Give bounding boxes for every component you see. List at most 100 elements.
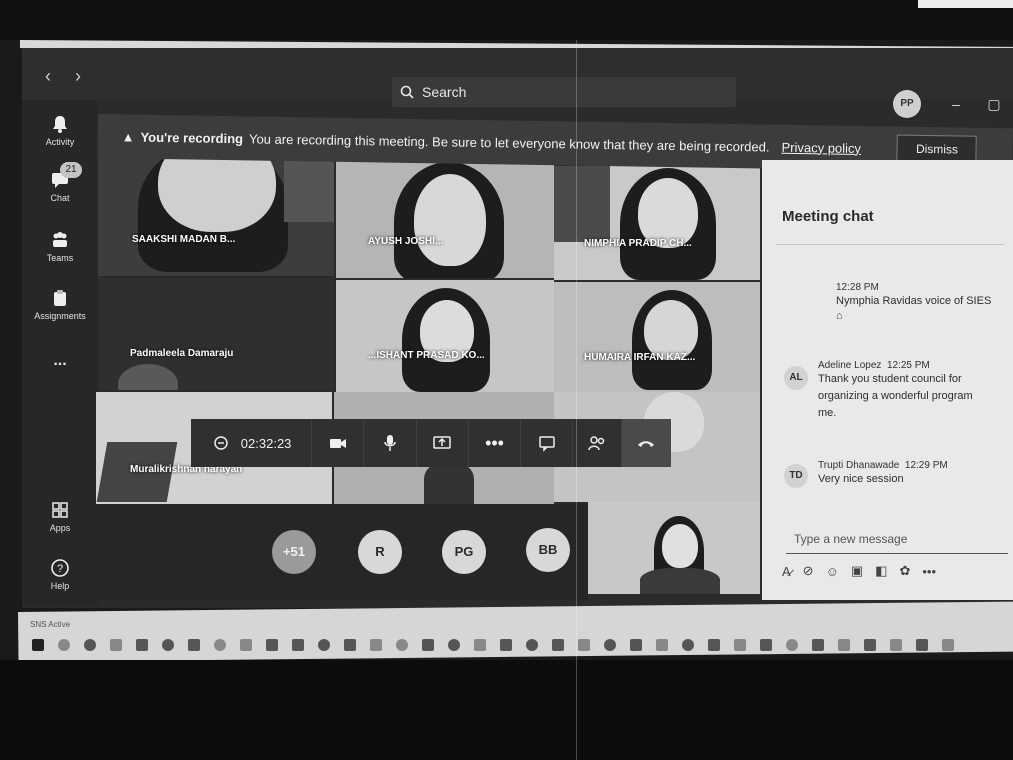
conversation-icon — [539, 436, 555, 452]
video-tile[interactable]: AYUSH JOSHI... — [336, 160, 554, 278]
taskbar-app-icon[interactable] — [526, 639, 538, 651]
taskbar-app-icon[interactable] — [916, 639, 928, 651]
taskbar-app-icon[interactable] — [786, 639, 798, 651]
taskbar-app-icon[interactable] — [240, 639, 252, 651]
taskbar-app-icon[interactable] — [84, 639, 96, 651]
taskbar-app-icon[interactable] — [942, 639, 954, 651]
taskbar-status: SNS Active — [30, 620, 71, 629]
rail-item-chat[interactable]: Chat — [22, 170, 98, 203]
taskbar-search-icon[interactable] — [58, 639, 70, 651]
rail-item-apps[interactable]: Apps — [22, 500, 98, 533]
camera-icon — [329, 439, 346, 448]
gif-icon[interactable]: ▣ — [851, 563, 863, 579]
taskbar-app-icon[interactable] — [188, 639, 200, 651]
attach-icon[interactable]: ⊘ — [803, 563, 814, 579]
taskbar-app-icon[interactable] — [292, 639, 304, 651]
timer-value: 02:32:23 — [240, 435, 292, 451]
taskbar-app-icon[interactable] — [682, 639, 694, 651]
praise-icon[interactable]: ✿ — [899, 563, 910, 579]
clock-icon — [214, 436, 228, 450]
chat-compose-input[interactable]: Type a new message — [786, 524, 1008, 554]
rail-label: Chat — [50, 193, 70, 203]
forward-arrow-icon[interactable]: › — [68, 66, 88, 86]
taskbar-app-icon[interactable] — [370, 639, 382, 651]
taskbar-app-icon[interactable] — [890, 639, 902, 651]
taskbar-app-icon[interactable] — [864, 639, 876, 651]
message-time: 12:28 PM — [836, 282, 879, 293]
leave-call-button[interactable] — [621, 419, 671, 467]
microphone-button[interactable] — [364, 419, 417, 467]
rail-item-activity[interactable]: Activity — [22, 114, 98, 147]
more-participants-badge[interactable]: +51 — [272, 530, 316, 574]
chat-divider — [776, 244, 1004, 245]
video-tile[interactable]: ...ISHANT PRASAD KO... — [336, 280, 554, 392]
participant-avatar[interactable]: PG — [442, 530, 486, 574]
meeting-control-bar: 02:32:23 ••• — [191, 419, 671, 467]
taskbar-app-icon[interactable] — [812, 639, 824, 651]
sticker-icon[interactable]: ◧ — [875, 563, 887, 579]
chat-unread-badge: 21 — [60, 162, 82, 178]
taskbar-app-icon[interactable] — [838, 639, 850, 651]
rail-item-assignments[interactable]: Assignments — [22, 288, 98, 321]
rail-label: Activity — [45, 137, 75, 147]
format-icon[interactable]: A̷ — [782, 564, 791, 579]
chat-message: 12:28 PM Nymphia Ravidas voice of SIES ⌂ — [836, 282, 1008, 322]
taskbar-app-icon[interactable] — [708, 639, 720, 651]
windows-start-icon[interactable] — [32, 639, 44, 651]
participant-avatar[interactable]: R — [358, 530, 402, 574]
participant-avatar[interactable]: BB — [526, 528, 570, 572]
emoji-icon[interactable]: ☺ — [826, 564, 839, 579]
rail-item-help[interactable]: ? Help — [22, 558, 98, 591]
message-text: Nymphia Ravidas voice of SIES — [836, 295, 992, 307]
taskbar-app-icon[interactable] — [422, 639, 434, 651]
video-tile[interactable]: HUMAIRA IRFAN KAZ... — [554, 282, 760, 392]
minimize-icon[interactable]: – — [946, 94, 966, 114]
bell-icon — [53, 116, 67, 133]
show-participants-button[interactable] — [573, 419, 622, 467]
taskbar-app-icon[interactable] — [604, 639, 616, 651]
chat-message: Adeline Lopez 12:25 PM Thank you student… — [818, 360, 1008, 422]
rail-item-teams[interactable]: Teams — [22, 230, 98, 263]
participant-strip — [98, 504, 588, 600]
meeting-timer: 02:32:23 — [191, 419, 313, 467]
taskbar-app-icon[interactable] — [630, 639, 642, 651]
taskbar-app-icon[interactable] — [344, 639, 356, 651]
back-arrow-icon[interactable]: ‹ — [38, 66, 58, 86]
taskbar-app-icon[interactable] — [162, 639, 174, 651]
taskbar-app-icon[interactable] — [318, 639, 330, 651]
maximize-icon[interactable]: ▢ — [984, 94, 1004, 114]
taskbar-app-icon[interactable] — [552, 639, 564, 651]
taskbar-app-icon[interactable] — [266, 639, 278, 651]
share-screen-button[interactable] — [417, 419, 469, 467]
more-options-icon[interactable]: ••• — [922, 564, 936, 579]
rail-item-more[interactable]: ... — [22, 352, 98, 370]
taskbar-app-icon[interactable] — [656, 639, 668, 651]
taskbar-app-icon[interactable] — [760, 639, 772, 651]
video-tile[interactable]: Padmaleela Damaraju — [98, 278, 334, 390]
taskbar-app-icon[interactable] — [500, 639, 512, 651]
taskbar-app-icon[interactable] — [578, 639, 590, 651]
video-tile[interactable]: SAAKSHI MADAN B... — [98, 152, 334, 276]
search-box[interactable]: Search — [392, 77, 736, 107]
taskbar-app-icon[interactable] — [448, 639, 460, 651]
message-time: 12:25 PM — [886, 360, 930, 371]
taskbar-app-icon[interactable] — [214, 639, 226, 651]
rail-label: Help — [50, 581, 70, 591]
more-actions-button[interactable]: ••• — [469, 419, 522, 467]
compose-toolbar: A̷ ⊘ ☺ ▣ ◧ ✿ ••• — [782, 560, 1008, 582]
video-tile[interactable]: NIMPHIA PRADIP CH... — [554, 166, 760, 280]
user-avatar[interactable]: PP — [893, 90, 921, 118]
hang-up-icon — [638, 441, 655, 447]
camera-button[interactable] — [312, 419, 365, 467]
taskbar-app-icon[interactable] — [110, 639, 122, 651]
privacy-policy-link[interactable]: Privacy policy — [781, 139, 861, 155]
video-tile[interactable] — [588, 502, 760, 594]
show-conversation-button[interactable] — [521, 419, 574, 467]
participant-name: SAAKSHI MADAN B... — [132, 234, 236, 245]
participant-name: NIMPHIA PRADIP CH... — [584, 238, 692, 249]
participant-name: ...ISHANT PRASAD KO... — [368, 350, 485, 361]
taskbar-app-icon[interactable] — [396, 639, 408, 651]
taskbar-app-icon[interactable] — [474, 639, 486, 651]
taskbar-app-icon[interactable] — [136, 639, 148, 651]
taskbar-app-icon[interactable] — [734, 639, 746, 651]
